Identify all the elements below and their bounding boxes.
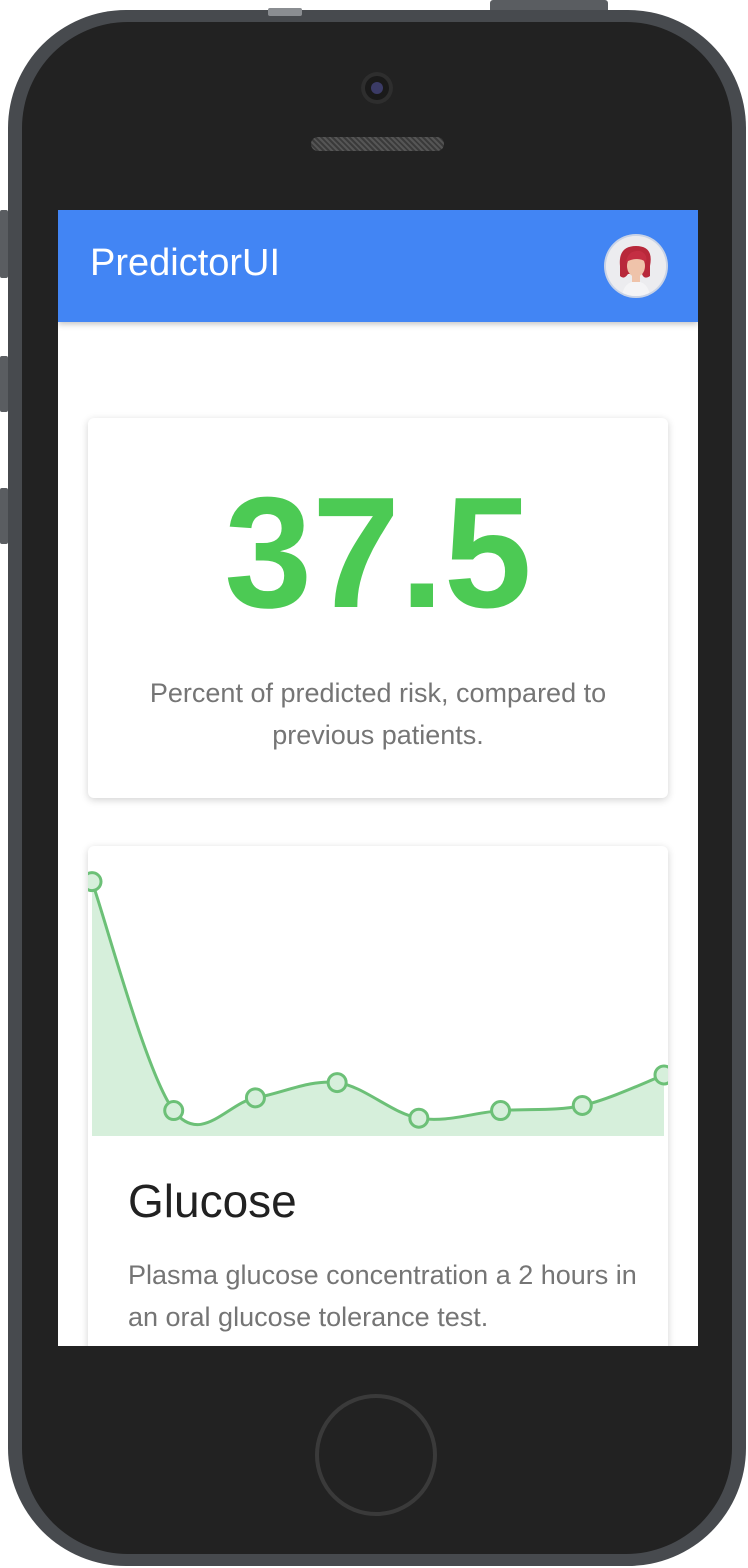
- chart-point[interactable]: [163, 1100, 185, 1122]
- user-avatar-button[interactable]: [606, 236, 666, 296]
- screen: PredictorUI 37.5 Percent of predicted ri…: [58, 210, 698, 1346]
- volume-up-button: [0, 356, 8, 412]
- chart-point[interactable]: [653, 1064, 668, 1086]
- risk-card: 37.5 Percent of predicted risk, compared…: [88, 418, 668, 798]
- chart-point[interactable]: [88, 871, 103, 893]
- glucose-card[interactable]: Glucose Plasma glucose concentration a 2…: [88, 846, 668, 1346]
- chart-point[interactable]: [408, 1107, 430, 1129]
- volume-down-button: [0, 488, 8, 544]
- home-button[interactable]: [315, 1394, 437, 1516]
- chart-point[interactable]: [571, 1094, 593, 1116]
- front-camera: [361, 72, 393, 104]
- chart-point[interactable]: [244, 1087, 266, 1109]
- top-edge-detail: [268, 8, 302, 16]
- chart-line: [90, 881, 665, 1126]
- chart-point[interactable]: [326, 1072, 348, 1094]
- glucose-title: Glucose: [128, 1175, 297, 1227]
- risk-value: 37.5: [224, 465, 532, 641]
- mute-switch: [0, 210, 8, 278]
- user-avatar-icon: [606, 236, 666, 296]
- earpiece-speaker: [311, 137, 444, 151]
- glucose-description: Plasma glucose concentration a 2 hours i…: [128, 1260, 637, 1332]
- chart-point[interactable]: [490, 1100, 512, 1122]
- risk-description: Percent of predicted risk, compared to p…: [149, 678, 607, 750]
- app-title: PredictorUI: [90, 242, 281, 284]
- glucose-chart: [88, 871, 668, 1136]
- app-bar: PredictorUI: [58, 210, 698, 322]
- power-button: [490, 0, 608, 10]
